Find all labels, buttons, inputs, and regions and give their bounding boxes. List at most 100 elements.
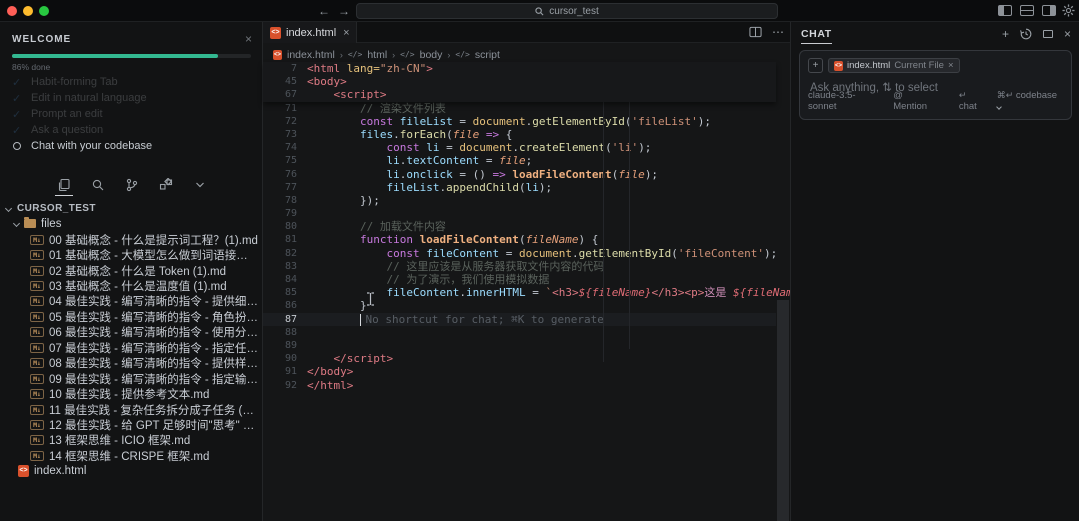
symbol-icon: </> bbox=[400, 50, 414, 59]
file-item-md[interactable]: M↓01 基础概念 - 大模型怎么做到词语接龙？.md bbox=[0, 247, 258, 262]
walkthrough-step-done[interactable]: ✓Ask a question bbox=[12, 122, 252, 138]
code-line-85[interactable]: 85 fileContent.innerHTML = `<h3>${fileNa… bbox=[263, 286, 776, 299]
context-pill-current-file[interactable]: <> index.html Current File × bbox=[828, 58, 960, 73]
code-line-7[interactable]: 7<html lang="zh-CN"> bbox=[263, 62, 776, 75]
breadcrumb-file[interactable]: index.html bbox=[287, 49, 335, 61]
walkthrough-step-done[interactable]: ✓Habit-forming Tab bbox=[12, 74, 252, 90]
folder-item-files[interactable]: files bbox=[14, 216, 61, 231]
code-line-72[interactable]: 72 const fileList = document.getElementB… bbox=[263, 115, 776, 128]
chat-input-card[interactable]: + <> index.html Current File × Ask anyth… bbox=[799, 50, 1072, 120]
mention-button[interactable]: @ Mention bbox=[893, 90, 939, 112]
welcome-close-icon[interactable]: × bbox=[245, 32, 252, 46]
line-number: 7 bbox=[263, 62, 307, 75]
line-number: 82 bbox=[263, 247, 307, 260]
markdown-file-icon: M↓ bbox=[30, 235, 44, 245]
line-number: 86 bbox=[263, 299, 307, 312]
maximize-window-button[interactable] bbox=[39, 6, 49, 16]
extensions-icon[interactable] bbox=[155, 175, 177, 195]
code-line-73[interactable]: 73 files.forEach(file => { bbox=[263, 128, 776, 141]
new-chat-icon[interactable]: + bbox=[1002, 28, 1009, 40]
settings-gear-icon[interactable] bbox=[1062, 4, 1075, 17]
code-line-83[interactable]: 83 // 这里应该是从服务器获取文件内容的代码 bbox=[263, 260, 776, 273]
file-item-md[interactable]: M↓05 最佳实践 - 编写清晰的指令 - 角色扮演 (1).md bbox=[0, 309, 258, 324]
line-number: 90 bbox=[263, 352, 307, 365]
code-line-89[interactable]: 89 bbox=[263, 339, 776, 352]
file-item-md[interactable]: M↓00 基础概念 - 什么是提示词工程？(1).md bbox=[0, 232, 258, 247]
code-line-86[interactable]: 86 } bbox=[263, 299, 776, 312]
editor-scrollbar[interactable] bbox=[777, 300, 789, 521]
file-item-md[interactable]: M↓12 最佳实践 - 给 GPT 足够时间"思考" (1).md bbox=[0, 417, 258, 432]
code-line-74[interactable]: 74 const li = document.createElement('li… bbox=[263, 141, 776, 154]
submit-codebase-button[interactable]: ⌘↵ codebase bbox=[997, 90, 1063, 112]
code-line-84[interactable]: 84 // 为了演示，我们使用模拟数据 bbox=[263, 273, 776, 286]
file-item-md[interactable]: M↓13 框架思维 - ICIO 框架.md bbox=[0, 433, 258, 448]
file-item-md[interactable]: M↓04 最佳实践 - 编写清晰的指令 - 提供细节和背景 (1).md bbox=[0, 294, 258, 309]
markdown-file-icon: M↓ bbox=[30, 420, 44, 430]
chat-history-icon[interactable] bbox=[1020, 28, 1032, 40]
model-selector[interactable]: claude-3.5-sonnet bbox=[808, 90, 883, 112]
submit-chat-button[interactable]: ↵ chat bbox=[959, 90, 987, 112]
file-item-md[interactable]: M↓08 最佳实践 - 编写清晰的指令 - 提供样例 (1).md bbox=[0, 356, 258, 371]
context-remove-icon[interactable]: × bbox=[948, 60, 954, 71]
line-number: 91 bbox=[263, 365, 307, 378]
file-item-md[interactable]: M↓14 框架思维 - CRISPE 框架.md bbox=[0, 448, 258, 463]
code-line-71[interactable]: 71 // 渲染文件列表 bbox=[263, 102, 776, 115]
close-window-button[interactable] bbox=[7, 6, 17, 16]
breadcrumb-body[interactable]: body bbox=[420, 49, 443, 61]
more-actions-icon[interactable]: ⋯ bbox=[772, 25, 784, 39]
toggle-primary-sidebar-icon[interactable] bbox=[998, 5, 1012, 16]
code-line-76[interactable]: 76 li.onclick = () => loadFileContent(fi… bbox=[263, 168, 776, 181]
file-item-md[interactable]: M↓03 基础概念 - 什么是温度值 (1).md bbox=[0, 278, 258, 293]
file-item-index-html[interactable]: <>index.html bbox=[0, 464, 258, 479]
file-item-md[interactable]: M↓02 基础概念 - 什么是 Token (1).md bbox=[0, 263, 258, 278]
code-line-90[interactable]: 90 </script> bbox=[263, 352, 776, 365]
code-line-82[interactable]: 82 const fileContent = document.getEleme… bbox=[263, 247, 776, 260]
breadcrumb-script[interactable]: script bbox=[475, 49, 500, 61]
code-line-75[interactable]: 75 li.textContent = file; bbox=[263, 154, 776, 167]
breadcrumb[interactable]: <> index.html › </> html › </> body › </… bbox=[273, 47, 500, 62]
code-line-67[interactable]: 67 <script> bbox=[263, 88, 776, 101]
code-line-45[interactable]: 45<body> bbox=[263, 75, 776, 88]
code-line-80[interactable]: 80 // 加载文件内容 bbox=[263, 220, 776, 233]
file-item-md[interactable]: M↓10 最佳实践 - 提供参考文本.md bbox=[0, 386, 258, 401]
nav-back-icon[interactable]: ← bbox=[318, 3, 330, 19]
walkthrough-step-done[interactable]: ✓Prompt an edit bbox=[12, 106, 252, 122]
file-item-md[interactable]: M↓09 最佳实践 - 编写清晰的指令 - 指定输出长度 (1).md bbox=[0, 371, 258, 386]
code-line-81[interactable]: 81 function loadFileContent(fileName) { bbox=[263, 233, 776, 246]
tab-index-html[interactable]: <> index.html × bbox=[263, 22, 357, 43]
file-item-md[interactable]: M↓06 最佳实践 - 编写清晰的指令 - 使用分隔符 (1).md bbox=[0, 325, 258, 340]
nav-forward-icon[interactable]: → bbox=[338, 3, 350, 19]
split-editor-icon[interactable] bbox=[749, 26, 762, 38]
more-views-chevron-icon[interactable] bbox=[189, 175, 211, 195]
line-number: 84 bbox=[263, 273, 307, 286]
walkthrough-step-done[interactable]: ✓Edit in natural language bbox=[12, 90, 252, 106]
file-item-md[interactable]: M↓11 最佳实践 - 复杂任务拆分成子任务 (1).md bbox=[0, 402, 258, 417]
chat-tab-label[interactable]: CHAT bbox=[801, 28, 832, 44]
tab-close-icon[interactable]: × bbox=[343, 27, 349, 39]
markdown-file-icon: M↓ bbox=[30, 266, 44, 276]
toggle-secondary-sidebar-icon[interactable] bbox=[1042, 5, 1056, 16]
minimize-window-button[interactable] bbox=[23, 6, 33, 16]
file-item-md[interactable]: M↓07 最佳实践 - 编写清晰的指令 - 指定任务所需步骤 (1).md bbox=[0, 340, 258, 355]
search-value: cursor_test bbox=[549, 6, 598, 17]
close-panel-icon[interactable]: × bbox=[1064, 28, 1071, 40]
code-editor[interactable]: 7<html lang="zh-CN">45<body>67 <script> … bbox=[263, 62, 776, 392]
code-line-78[interactable]: 78 }); bbox=[263, 194, 776, 207]
markdown-file-icon: M↓ bbox=[30, 250, 44, 260]
code-line-91[interactable]: 91</body> bbox=[263, 365, 776, 378]
search-icon[interactable] bbox=[87, 175, 109, 195]
source-control-icon[interactable] bbox=[121, 175, 143, 195]
code-line-92[interactable]: 92</html> bbox=[263, 379, 776, 392]
command-center-search[interactable]: cursor_test bbox=[356, 3, 778, 19]
explorer-root-folder[interactable]: CURSOR_TEST bbox=[6, 200, 96, 216]
walkthrough-step-current[interactable]: Chat with your codebase bbox=[12, 138, 252, 154]
add-context-button[interactable]: + bbox=[808, 58, 823, 73]
open-chat-in-editor-icon[interactable] bbox=[1043, 30, 1053, 38]
code-line-77[interactable]: 77 fileList.appendChild(li); bbox=[263, 181, 776, 194]
code-line-88[interactable]: 88 bbox=[263, 326, 776, 339]
code-line-79[interactable]: 79 bbox=[263, 207, 776, 220]
explorer-icon[interactable] bbox=[53, 175, 75, 195]
code-line-87[interactable]: 87 No shortcut for chat; ⌘K to generate bbox=[263, 313, 776, 326]
toggle-panel-icon[interactable] bbox=[1020, 5, 1034, 16]
breadcrumb-html[interactable]: html bbox=[367, 49, 387, 61]
